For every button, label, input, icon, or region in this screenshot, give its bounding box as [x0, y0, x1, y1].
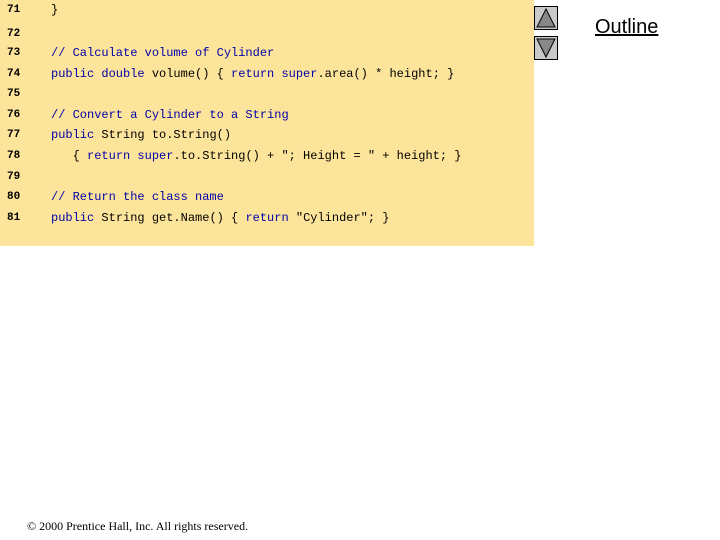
line-number: 77 — [7, 129, 21, 141]
code-text: // Calculate volume of Cylinder — [51, 43, 274, 63]
code-line: 71} — [0, 0, 534, 20]
code-keyword: return — [245, 211, 289, 225]
code-token: String to.String() — [94, 128, 232, 142]
copyright-notice: © 2000 Prentice Hall, Inc. All rights re… — [27, 519, 248, 534]
code-text: } — [51, 0, 58, 20]
code-text: public double volume() { return super.ar… — [51, 64, 454, 84]
code-listing-panel: 71} 72 73 // Calculate volume of Cylinder 74… — [0, 0, 534, 246]
code-line: 73 // Calculate volume of Cylinder — [0, 43, 534, 63]
line-number: 81 — [7, 212, 21, 224]
line-number: 75 — [7, 88, 21, 100]
code-token: .to.String() + "; Height = " + height; } — [173, 149, 462, 163]
line-number: 78 — [7, 150, 21, 162]
code-comment: // Return the class name — [51, 190, 224, 204]
code-text: public String to.String() — [51, 125, 231, 145]
code-line: 72 — [0, 24, 534, 44]
code-line: 74 public double volume() { return super.… — [0, 64, 534, 84]
code-line: 76 // Convert a Cylinder to a String — [0, 105, 534, 125]
triangle-down-icon — [536, 38, 556, 59]
line-number: 76 — [7, 109, 21, 121]
code-line: 77 public String to.String() — [0, 125, 534, 145]
copyright-text: 2000 Prentice Hall, Inc. All rights rese… — [36, 519, 249, 533]
next-slide-button[interactable] — [534, 36, 558, 60]
code-line: 79 — [0, 167, 534, 187]
code-token: { — [51, 149, 88, 163]
code-text: // Return the class name — [51, 187, 224, 207]
line-number: 74 — [7, 68, 21, 80]
line-number: 71 — [7, 4, 21, 16]
code-line: 81 public String get.Name() { return "Cyl… — [0, 208, 534, 228]
line-number: 73 — [7, 47, 21, 59]
code-keyword: public — [51, 211, 95, 225]
line-number: 80 — [7, 191, 21, 203]
line-number: 79 — [7, 171, 21, 183]
code-text: { return super.to.String() + "; Height =… — [51, 146, 462, 166]
code-token: String get.Name() { — [94, 211, 246, 225]
code-line: 75 — [0, 84, 534, 104]
line-number: 72 — [7, 28, 21, 40]
code-comment: // Convert a Cylinder to a String — [51, 108, 289, 122]
code-token: } — [51, 3, 59, 17]
code-line: 80 // Return the class name — [0, 187, 534, 207]
previous-slide-button[interactable] — [534, 6, 558, 30]
code-keyword: public double — [51, 67, 145, 81]
code-keyword: return super — [87, 149, 174, 163]
code-comment: // Calculate volume of Cylinder — [51, 46, 275, 60]
code-keyword: return super — [231, 67, 318, 81]
code-line: 78 { return super.to.String() + "; Heigh… — [0, 146, 534, 166]
code-token: volume() { — [144, 67, 232, 81]
copyright-symbol: © — [27, 519, 37, 533]
outline-link[interactable]: Outline — [595, 16, 658, 39]
code-token: "Cylinder"; } — [288, 211, 390, 225]
code-keyword: public — [51, 128, 95, 142]
code-token: .area() * height; } — [317, 67, 455, 81]
code-text: // Convert a Cylinder to a String — [51, 105, 289, 125]
code-text: public String get.Name() { return "Cylin… — [51, 208, 390, 228]
triangle-up-icon — [536, 7, 556, 28]
